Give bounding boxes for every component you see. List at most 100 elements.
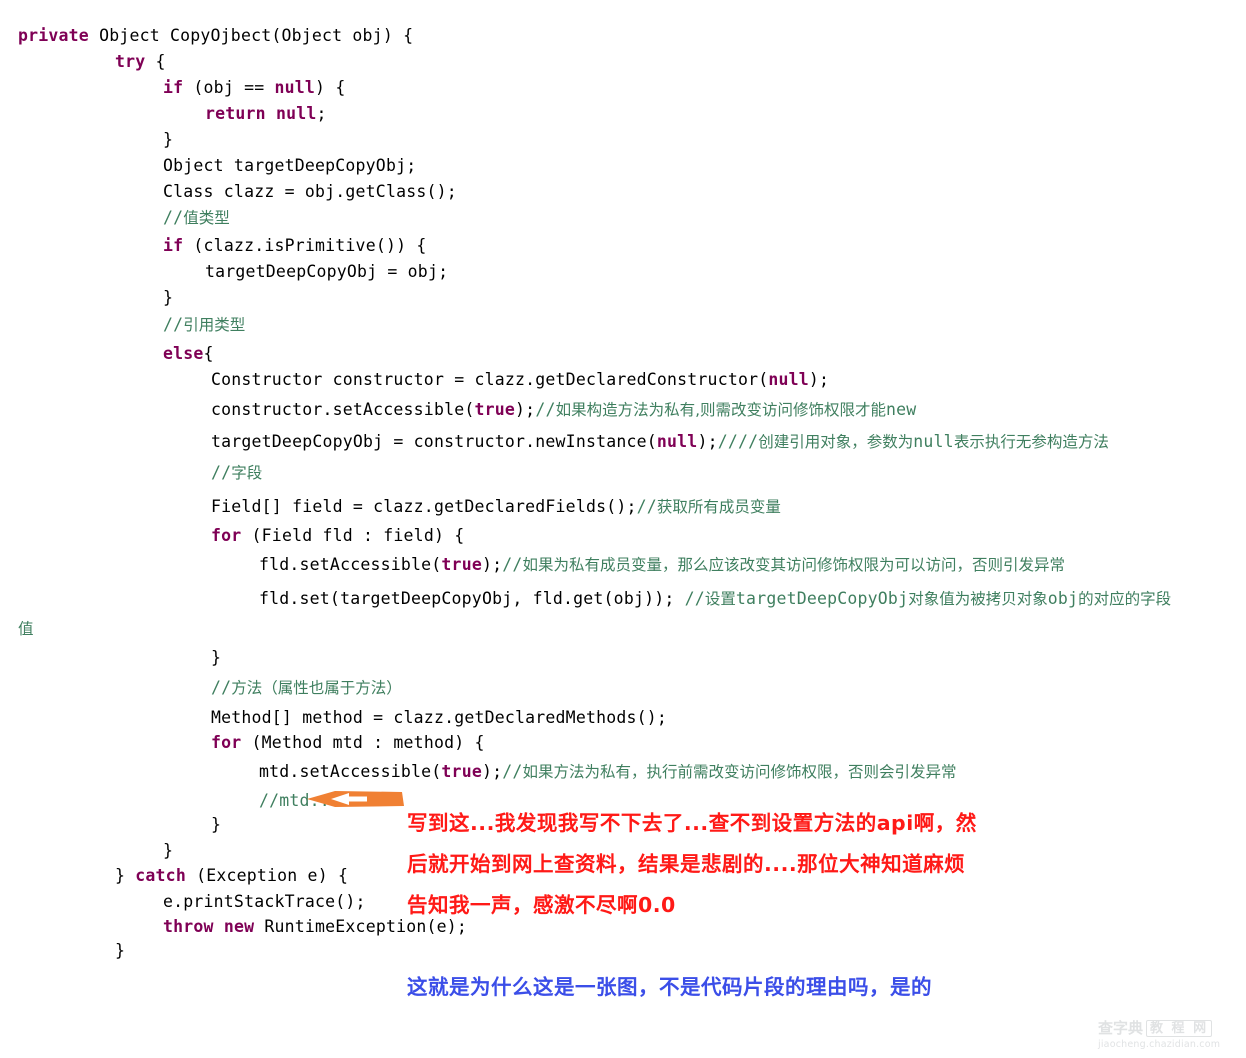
- code-token-cmcjk: 获取所有成员变量: [656, 498, 781, 516]
- code-token-pl: (Field fld : field) {: [241, 526, 465, 545]
- code-token-cmcjk: 字段: [231, 464, 263, 482]
- code-token-cm: obj: [1047, 589, 1079, 608]
- watermark-boxed-label: 教 程 网: [1146, 1019, 1213, 1037]
- code-token-cmcjk: 如果为私有成员变量，那么应该改变其访问修饰权限为可以访问，否则引发异常: [522, 556, 1066, 574]
- code-line: }: [163, 130, 173, 150]
- code-token-pl: (obj ==: [183, 78, 275, 97]
- code-token-pl: {: [145, 52, 166, 71]
- arrow-svg: [307, 791, 404, 807]
- code-line: for (Method mtd : method) {: [211, 733, 485, 753]
- code-line: Object targetDeepCopyObj;: [163, 156, 416, 176]
- code-token-cm: //: [502, 762, 523, 781]
- code-line: Field[] field = clazz.getDeclaredFields(…: [211, 497, 781, 517]
- code-token-pl: }: [163, 841, 174, 860]
- code-token-pl: ;: [316, 104, 327, 123]
- code-token-pl: );: [481, 762, 503, 781]
- code-token-pl: {: [203, 344, 214, 363]
- code-token-cmcjk: 值类型: [183, 209, 230, 227]
- code-line: return null;: [205, 104, 327, 124]
- code-token-pl: }: [115, 866, 136, 885]
- code-token-cm: //: [684, 589, 705, 608]
- code-token-lit: null: [274, 78, 316, 97]
- code-line: //方法（属性也属于方法）: [211, 678, 402, 698]
- code-token-pl: Object targetDeepCopyObj;: [163, 156, 417, 175]
- code-token-cmcjk: 如果构造方法为私有,则需改变访问修饰权限才能: [555, 401, 887, 419]
- code-line: mtd.setAccessible(true);//如果方法为私有，执行前需改变…: [259, 762, 957, 782]
- code-line: private Object CopyOjbect(Object obj) {: [18, 26, 413, 46]
- code-token-lit: true: [474, 400, 516, 419]
- code-token-pl: );: [515, 400, 536, 419]
- orange-left-arrow-icon: [305, 789, 405, 809]
- code-line: Class clazz = obj.getClass();: [163, 182, 457, 202]
- code-line: //值类型: [163, 208, 230, 228]
- code-line: Method[] method = clazz.getDeclaredMetho…: [211, 708, 667, 728]
- code-token-kw: for: [211, 733, 242, 752]
- code-token-pl: );: [481, 555, 503, 574]
- code-token-pl: e.printStackTrace();: [163, 892, 366, 911]
- code-token-pl: }: [163, 130, 174, 149]
- code-line: else{: [163, 344, 214, 364]
- code-token-cm: //: [163, 208, 184, 227]
- code-token-cmcjk: 引用类型: [183, 316, 246, 334]
- code-line: }: [211, 815, 221, 835]
- code-token-kw: throw: [163, 917, 214, 936]
- code-line: //字段: [211, 463, 262, 483]
- code-token-cm: targetDeepCopyObj: [735, 589, 909, 608]
- code-line: Constructor constructor = clazz.getDecla…: [211, 370, 829, 390]
- code-line: if (obj == null) {: [163, 78, 345, 98]
- code-token-pl: constructor.setAccessible(: [211, 400, 475, 419]
- code-token-cmcjk: 设置: [704, 590, 736, 608]
- code-token-pl: (Method mtd : method) {: [241, 733, 485, 752]
- watermark-brand: 查字典: [1098, 1018, 1144, 1037]
- code-line: fld.setAccessible(true);//如果为私有成员变量，那么应该…: [259, 555, 1065, 575]
- code-token-pl: mtd.setAccessible(: [259, 762, 442, 781]
- watermark: 查字典 教 程 网 jiaocheng.chazidian.com: [1098, 1018, 1238, 1054]
- red-annotation-line-3: 告知我一声，感激不尽啊0.0: [407, 893, 676, 917]
- code-token-cm: null: [913, 432, 954, 451]
- code-token-cm: //: [502, 555, 523, 574]
- code-token-pl: }: [115, 941, 126, 960]
- code-line: fld.set(targetDeepCopyObj, fld.get(obj))…: [259, 589, 1171, 609]
- watermark-row: 查字典 教 程 网: [1098, 1018, 1238, 1038]
- code-token-kw: else: [163, 344, 204, 363]
- red-annotation-line-1: 写到这...我发现我写不下去了...查不到设置方法的api啊，然: [407, 811, 977, 835]
- code-line: targetDeepCopyObj = constructor.newInsta…: [211, 432, 1109, 452]
- code-token-pl: RuntimeException(e);: [254, 917, 468, 936]
- watermark-url: jiaocheng.chazidian.com: [1098, 1039, 1221, 1050]
- code-token-pl: fld.setAccessible(: [259, 555, 442, 574]
- code-token-cmcjk: 表示执行无参构造方法: [953, 433, 1109, 451]
- code-token-pl: Constructor constructor = clazz.getDecla…: [211, 370, 769, 389]
- code-token-kw: for: [211, 526, 242, 545]
- code-token-pl: (Exception e) {: [185, 866, 349, 885]
- code-token-kw: if: [163, 236, 184, 255]
- code-token-cm: //: [211, 678, 232, 697]
- code-token-pl: ) {: [315, 78, 346, 97]
- code-token-pl: Field[] field = clazz.getDeclaredFields(…: [211, 497, 637, 516]
- code-token-lit: true: [441, 555, 482, 574]
- code-line: targetDeepCopyObj = obj;: [205, 262, 448, 282]
- code-token-pl: }: [163, 288, 174, 307]
- code-token-pl: Method[] method = clazz.getDeclaredMetho…: [211, 708, 668, 727]
- code-token-cmcjk: 对象值为被拷贝对象: [908, 590, 1048, 608]
- code-token-cmcjk: 值: [18, 620, 34, 638]
- code-token-cm: //: [211, 463, 232, 482]
- code-line: //引用类型: [163, 315, 245, 335]
- code-token-kw: if: [163, 78, 184, 97]
- code-token-pl: );: [697, 432, 718, 451]
- code-token-cm: //: [636, 497, 657, 516]
- code-token-pl: fld.set(targetDeepCopyObj, fld.get(obj))…: [259, 589, 685, 608]
- code-token-pl: Class clazz = obj.getClass();: [163, 182, 457, 201]
- code-token-cmcjk: 如果方法为私有，执行前需改变访问修饰权限，否则会引发异常: [522, 763, 957, 781]
- code-token-pl: }: [211, 648, 222, 667]
- code-line: 值: [18, 619, 34, 639]
- code-token-pl: targetDeepCopyObj = constructor.newInsta…: [211, 432, 657, 451]
- code-token-lit: null: [275, 104, 317, 123]
- code-token-lit: null: [656, 432, 698, 451]
- code-line: throw new RuntimeException(e);: [163, 917, 467, 937]
- code-line: }: [115, 941, 125, 961]
- code-token-kw: try: [115, 52, 146, 71]
- code-token-pl: );: [808, 370, 830, 389]
- blue-annotation: 这就是为什么这是一张图，不是代码片段的理由吗，是的: [407, 975, 932, 999]
- code-line: e.printStackTrace();: [163, 892, 366, 912]
